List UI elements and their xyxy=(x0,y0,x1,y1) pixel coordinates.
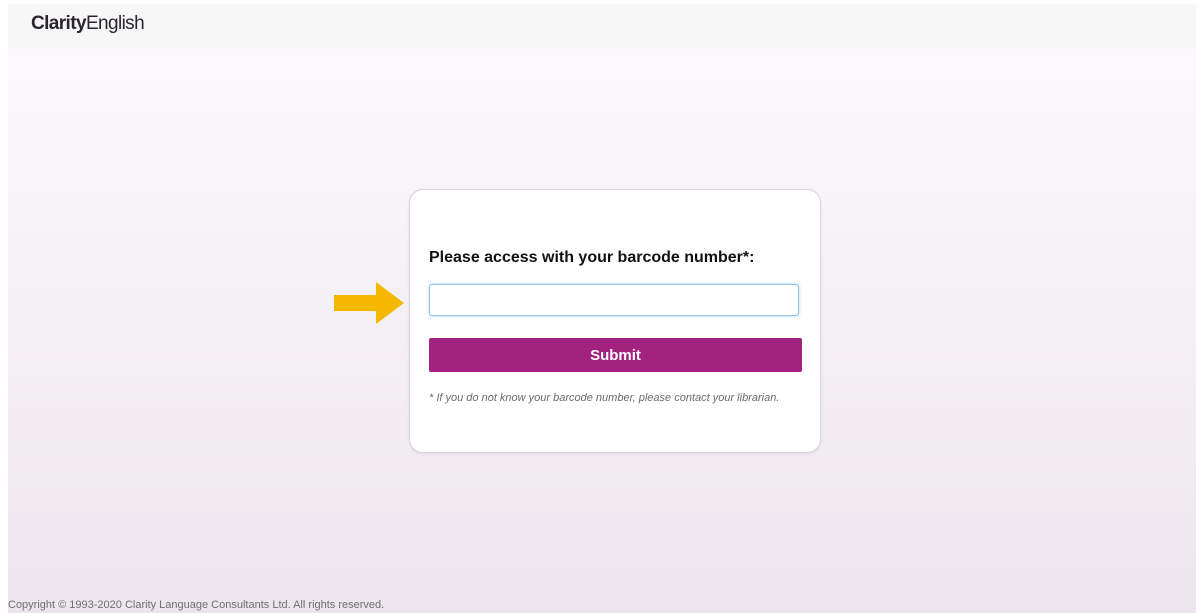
arrow-right-icon xyxy=(334,282,404,324)
submit-button[interactable]: Submit xyxy=(429,338,802,372)
page-background: ClarityEnglish Please access with your b… xyxy=(8,4,1196,613)
logo-bold-text: Clarity xyxy=(31,13,87,34)
barcode-prompt-label: Please access with your barcode number*: xyxy=(429,249,755,266)
clarity-english-logo[interactable]: ClarityEnglish xyxy=(31,13,145,35)
barcode-help-note: * If you do not know your barcode number… xyxy=(429,392,780,404)
login-card: Please access with your barcode number*:… xyxy=(409,189,821,453)
copyright-text: Copyright © 1993-2020 Clarity Language C… xyxy=(8,599,385,611)
header-bar: ClarityEnglish xyxy=(8,4,1196,49)
logo-light-text: English xyxy=(85,13,145,34)
barcode-input[interactable] xyxy=(429,284,799,316)
